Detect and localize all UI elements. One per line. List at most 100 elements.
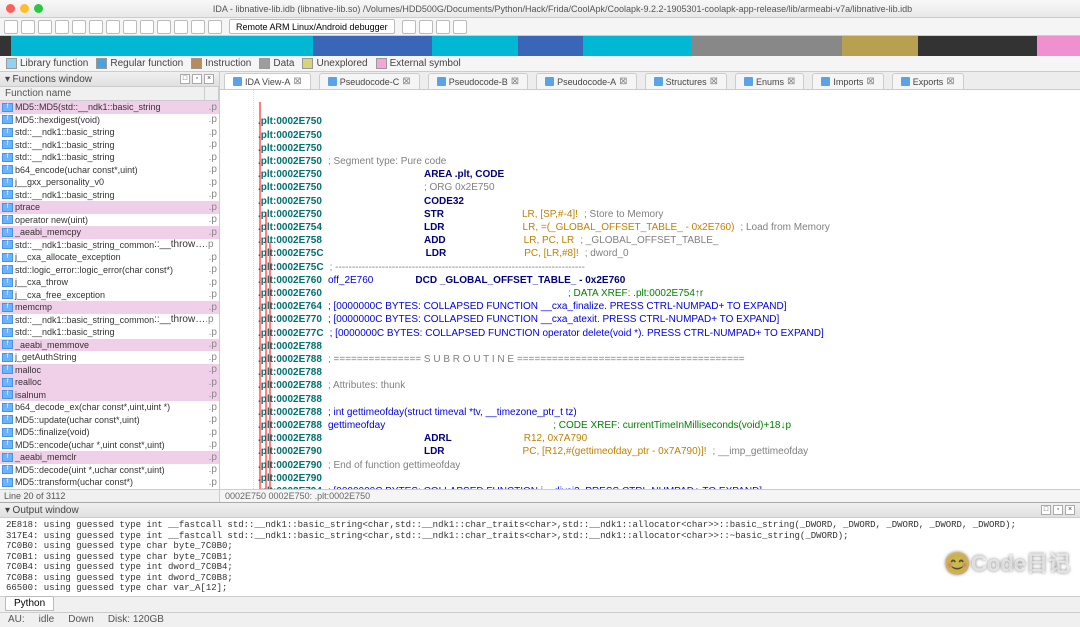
toolbar-button[interactable]	[123, 20, 137, 34]
legend-item: External symbol	[376, 58, 461, 69]
tab-pseudocode-c[interactable]: Pseudocode-C ⊠	[319, 73, 420, 89]
function-row[interactable]: fj__cxa_throw.p	[0, 276, 219, 289]
funnel-icon[interactable]: ▾	[5, 74, 10, 85]
function-icon: f	[2, 365, 13, 374]
function-icon: f	[2, 340, 13, 349]
toolbar-button[interactable]	[72, 20, 86, 34]
tab-structures[interactable]: Structures ⊠	[645, 73, 727, 89]
minimize-icon[interactable]	[20, 4, 29, 13]
output-header: ▾ Output window □▫×	[0, 503, 1080, 518]
toolbar-button[interactable]	[174, 20, 188, 34]
close-icon[interactable]	[6, 4, 15, 13]
function-row[interactable]: fstd::__ndk1::basic_string.p	[0, 326, 219, 339]
toolbar-button[interactable]	[55, 20, 69, 34]
panel-btn[interactable]: ▫	[1053, 505, 1063, 515]
toolbar-button[interactable]	[38, 20, 52, 34]
disassembly-view[interactable]: .plt:0002E750 .plt:0002E750 .plt:0002E75…	[220, 90, 1080, 489]
function-icon: f	[2, 190, 13, 199]
function-row[interactable]: fMD5::decode(uint *,uchar const*,uint).p	[0, 464, 219, 477]
function-row[interactable]: fmemcmp.p	[0, 301, 219, 314]
tab-ida-view-a[interactable]: IDA View-A ⊠	[224, 73, 311, 89]
panel-close[interactable]: ×	[1065, 505, 1075, 515]
tab-close-icon[interactable]: ⊠	[402, 76, 410, 87]
function-row[interactable]: fstd::__ndk1::basic_string.p	[0, 139, 219, 152]
tab-close-icon[interactable]: ⊠	[293, 76, 301, 87]
function-row[interactable]: fstd::logic_error::logic_error(char cons…	[0, 264, 219, 277]
toolbar-button[interactable]	[21, 20, 35, 34]
maximize-icon[interactable]	[34, 4, 43, 13]
function-row[interactable]: fstd::__ndk1::basic_string_common::__thr…	[0, 239, 219, 252]
tab-close-icon[interactable]: ⊠	[619, 76, 627, 87]
function-row[interactable]: f_aeabi_memclr.p	[0, 451, 219, 464]
function-row[interactable]: fstd::__ndk1::basic_string.p	[0, 151, 219, 164]
toolbar-button[interactable]	[140, 20, 154, 34]
view-tabs: IDA View-A ⊠ Pseudocode-C ⊠ Pseudocode-B ⊠…	[220, 72, 1080, 90]
legend-item: Instruction	[191, 58, 251, 69]
tab-python[interactable]: Python	[5, 596, 54, 611]
function-row[interactable]: fj__cxa_allocate_exception.p	[0, 251, 219, 264]
function-row[interactable]: fMD5::transform(uchar const*).p	[0, 476, 219, 489]
function-row[interactable]: fb64_decode_ex(char const*,uint,uint *).…	[0, 401, 219, 414]
toolbar-button[interactable]	[402, 20, 416, 34]
panel-btn[interactable]: □	[1041, 505, 1051, 515]
tab-icon	[654, 77, 663, 86]
panel-btn[interactable]: □	[180, 74, 190, 84]
function-row[interactable]: fmalloc.p	[0, 364, 219, 377]
functions-list[interactable]: fMD5::MD5(std::__ndk1::basic_string.pfMD…	[0, 101, 219, 489]
output-text[interactable]: 2E818: using guessed type int __fastcall…	[0, 518, 1080, 596]
function-row[interactable]: fstd::__ndk1::basic_string.p	[0, 189, 219, 202]
column-header[interactable]: Function name	[0, 87, 219, 101]
tab-icon	[821, 77, 830, 86]
tab-exports[interactable]: Exports ⊠	[892, 73, 964, 89]
function-row[interactable]: fj__cxa_free_exception.p	[0, 289, 219, 302]
functions-status: Line 20 of 3112	[0, 489, 219, 502]
navigation-band[interactable]	[0, 36, 1080, 56]
toolbar-button[interactable]	[191, 20, 205, 34]
function-row[interactable]: fj__gxx_personality_v0.p	[0, 176, 219, 189]
main-toolbar: Remote ARM Linux/Android debugger	[0, 18, 1080, 36]
function-row[interactable]: fstd::__ndk1::basic_string.p	[0, 126, 219, 139]
toolbar-button[interactable]	[419, 20, 433, 34]
tab-close-icon[interactable]: ⊠	[787, 76, 795, 87]
function-icon: f	[2, 115, 13, 124]
toolbar-button[interactable]	[4, 20, 18, 34]
toolbar-button[interactable]	[106, 20, 120, 34]
function-row[interactable]: fMD5::finalize(void).p	[0, 426, 219, 439]
tab-imports[interactable]: Imports ⊠	[812, 73, 883, 89]
toolbar-button[interactable]	[208, 20, 222, 34]
function-row[interactable]: foperator new(uint).p	[0, 214, 219, 227]
legend-item: Data	[259, 58, 294, 69]
function-row[interactable]: f_aeabi_memcpy.p	[0, 226, 219, 239]
window-title: IDA - libnative-lib.idb (libnative-lib.s…	[51, 4, 1074, 14]
function-row[interactable]: fMD5::hexdigest(void).p	[0, 114, 219, 127]
tab-icon	[233, 77, 242, 86]
toolbar-button[interactable]	[157, 20, 171, 34]
function-row[interactable]: frealloc.p	[0, 376, 219, 389]
tab-close-icon[interactable]: ⊠	[866, 76, 874, 87]
panel-close[interactable]: ×	[204, 74, 214, 84]
toolbar-button[interactable]	[436, 20, 450, 34]
function-row[interactable]: fisalnum.p	[0, 389, 219, 402]
tab-enums[interactable]: Enums ⊠	[735, 73, 804, 89]
function-row[interactable]: fMD5::MD5(std::__ndk1::basic_string.p	[0, 101, 219, 114]
statusbar: AU: idle Down Disk: 120GB	[0, 612, 1080, 627]
tab-close-icon[interactable]: ⊠	[511, 76, 519, 87]
tab-close-icon[interactable]: ⊠	[946, 76, 954, 87]
debugger-select[interactable]: Remote ARM Linux/Android debugger	[229, 19, 395, 34]
function-row[interactable]: f_aeabi_memmove.p	[0, 339, 219, 352]
tab-close-icon[interactable]: ⊠	[710, 76, 718, 87]
function-row[interactable]: fMD5::update(uchar const*,uint).p	[0, 414, 219, 427]
function-row[interactable]: fb64_encode(uchar const*,uint).p	[0, 164, 219, 177]
function-row[interactable]: fstd::__ndk1::basic_string_common::__thr…	[0, 314, 219, 327]
funnel-icon[interactable]: ▾	[5, 505, 10, 516]
panel-btn[interactable]: ▫	[192, 74, 202, 84]
function-row[interactable]: fj_getAuthString.p	[0, 351, 219, 364]
toolbar-button[interactable]	[89, 20, 103, 34]
function-row[interactable]: fMD5::encode(uchar *,uint const*,uint).p	[0, 439, 219, 452]
function-icon: f	[2, 328, 13, 337]
tab-pseudocode-b[interactable]: Pseudocode-B ⊠	[428, 73, 528, 89]
toolbar-button[interactable]	[453, 20, 467, 34]
tab-pseudocode-a[interactable]: Pseudocode-A ⊠	[536, 73, 636, 89]
function-icon: f	[2, 390, 13, 399]
function-row[interactable]: fptrace.p	[0, 201, 219, 214]
